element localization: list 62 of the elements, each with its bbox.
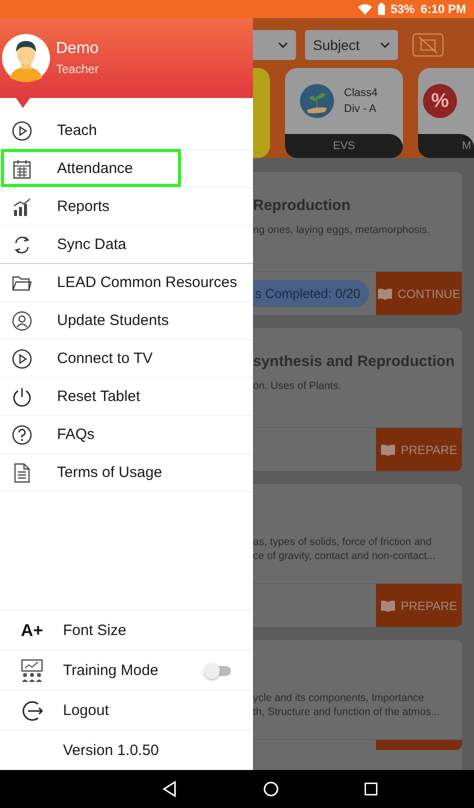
play-icon — [12, 348, 32, 368]
wifi-icon — [358, 4, 372, 14]
lesson-title: Reproduction — [253, 196, 350, 214]
lesson-description: ng ones, laying eggs, metamorphosis. — [253, 224, 431, 236]
pointer-notch — [16, 98, 30, 108]
font-size-icon: A+ — [20, 620, 44, 640]
division-name: Div - A — [344, 103, 378, 115]
dropdown[interactable] — [253, 30, 296, 60]
class-name: Class4 — [344, 87, 378, 99]
lesson-title: synthesis and Reproduction — [253, 352, 455, 370]
recents-icon[interactable] — [364, 782, 378, 796]
lesson-description: on. Uses of Plants. — [253, 380, 342, 392]
chevron-icon — [380, 42, 390, 48]
progress-badge: s Completed: 0/20 — [253, 280, 369, 307]
menu-item[interactable]: Reports — [0, 188, 253, 226]
menu-item[interactable]: Reset Tablet — [0, 378, 253, 416]
book-icon — [380, 600, 395, 612]
book-icon — [378, 288, 392, 300]
subject-label: EVS — [285, 134, 403, 158]
battery-icon — [378, 3, 385, 15]
help-icon — [12, 424, 32, 444]
document-icon — [12, 462, 32, 482]
plant-icon — [300, 84, 334, 118]
menu-item[interactable]: Connect to TV — [0, 340, 253, 378]
class-card[interactable]: Class4 Div - A EVS — [285, 68, 403, 158]
menu-item[interactable]: LEAD Common Resources — [0, 264, 253, 302]
menu-item[interactable]: Update Students — [0, 302, 253, 340]
home-icon[interactable] — [262, 781, 278, 797]
battery-percent: 53% — [390, 2, 415, 16]
dropdown[interactable]: Subject — [305, 30, 398, 60]
menu-item[interactable]: Training Mode — [0, 650, 253, 690]
lesson-description: ce of gravity, contact and non-contact... — [253, 550, 436, 562]
sync-icon — [12, 234, 32, 254]
version-text: Version 1.0.50 — [63, 742, 159, 759]
subject-label: M — [418, 134, 474, 158]
person-icon — [12, 310, 32, 330]
book-icon — [380, 444, 395, 456]
lesson-description: ycle and its components, Importance — [253, 692, 426, 704]
back-icon[interactable] — [162, 781, 178, 797]
percent-icon: % — [423, 84, 457, 118]
avatar-icon — [2, 34, 50, 82]
menu-item[interactable]: FAQs — [0, 416, 253, 454]
class-card[interactable] — [253, 68, 270, 158]
lesson-description: as, types of solids, force of friction and — [253, 536, 433, 548]
class-card[interactable]: % M — [418, 68, 474, 158]
user-name: Demo — [56, 40, 99, 58]
lesson-description: th, Structure and function of the atmos... — [253, 706, 441, 718]
user-role: Teacher — [56, 62, 99, 76]
bar-chart-icon — [12, 196, 32, 216]
calendar-icon — [12, 158, 32, 178]
logout-icon — [20, 698, 44, 722]
menu-item[interactable]: Logout — [0, 690, 253, 730]
presentation-icon — [20, 658, 44, 682]
chevron-icon — [278, 42, 288, 48]
tv-off-icon[interactable] — [412, 33, 444, 57]
power-icon — [12, 386, 32, 406]
menu-item[interactable]: Attendance — [0, 150, 253, 188]
menu-item[interactable]: Terms of Usage — [0, 454, 253, 492]
toggle-switch[interactable] — [207, 666, 231, 676]
clock-time: 6:10 PM — [420, 2, 466, 16]
play-icon — [12, 120, 32, 140]
lesson-button[interactable] — [376, 740, 462, 750]
